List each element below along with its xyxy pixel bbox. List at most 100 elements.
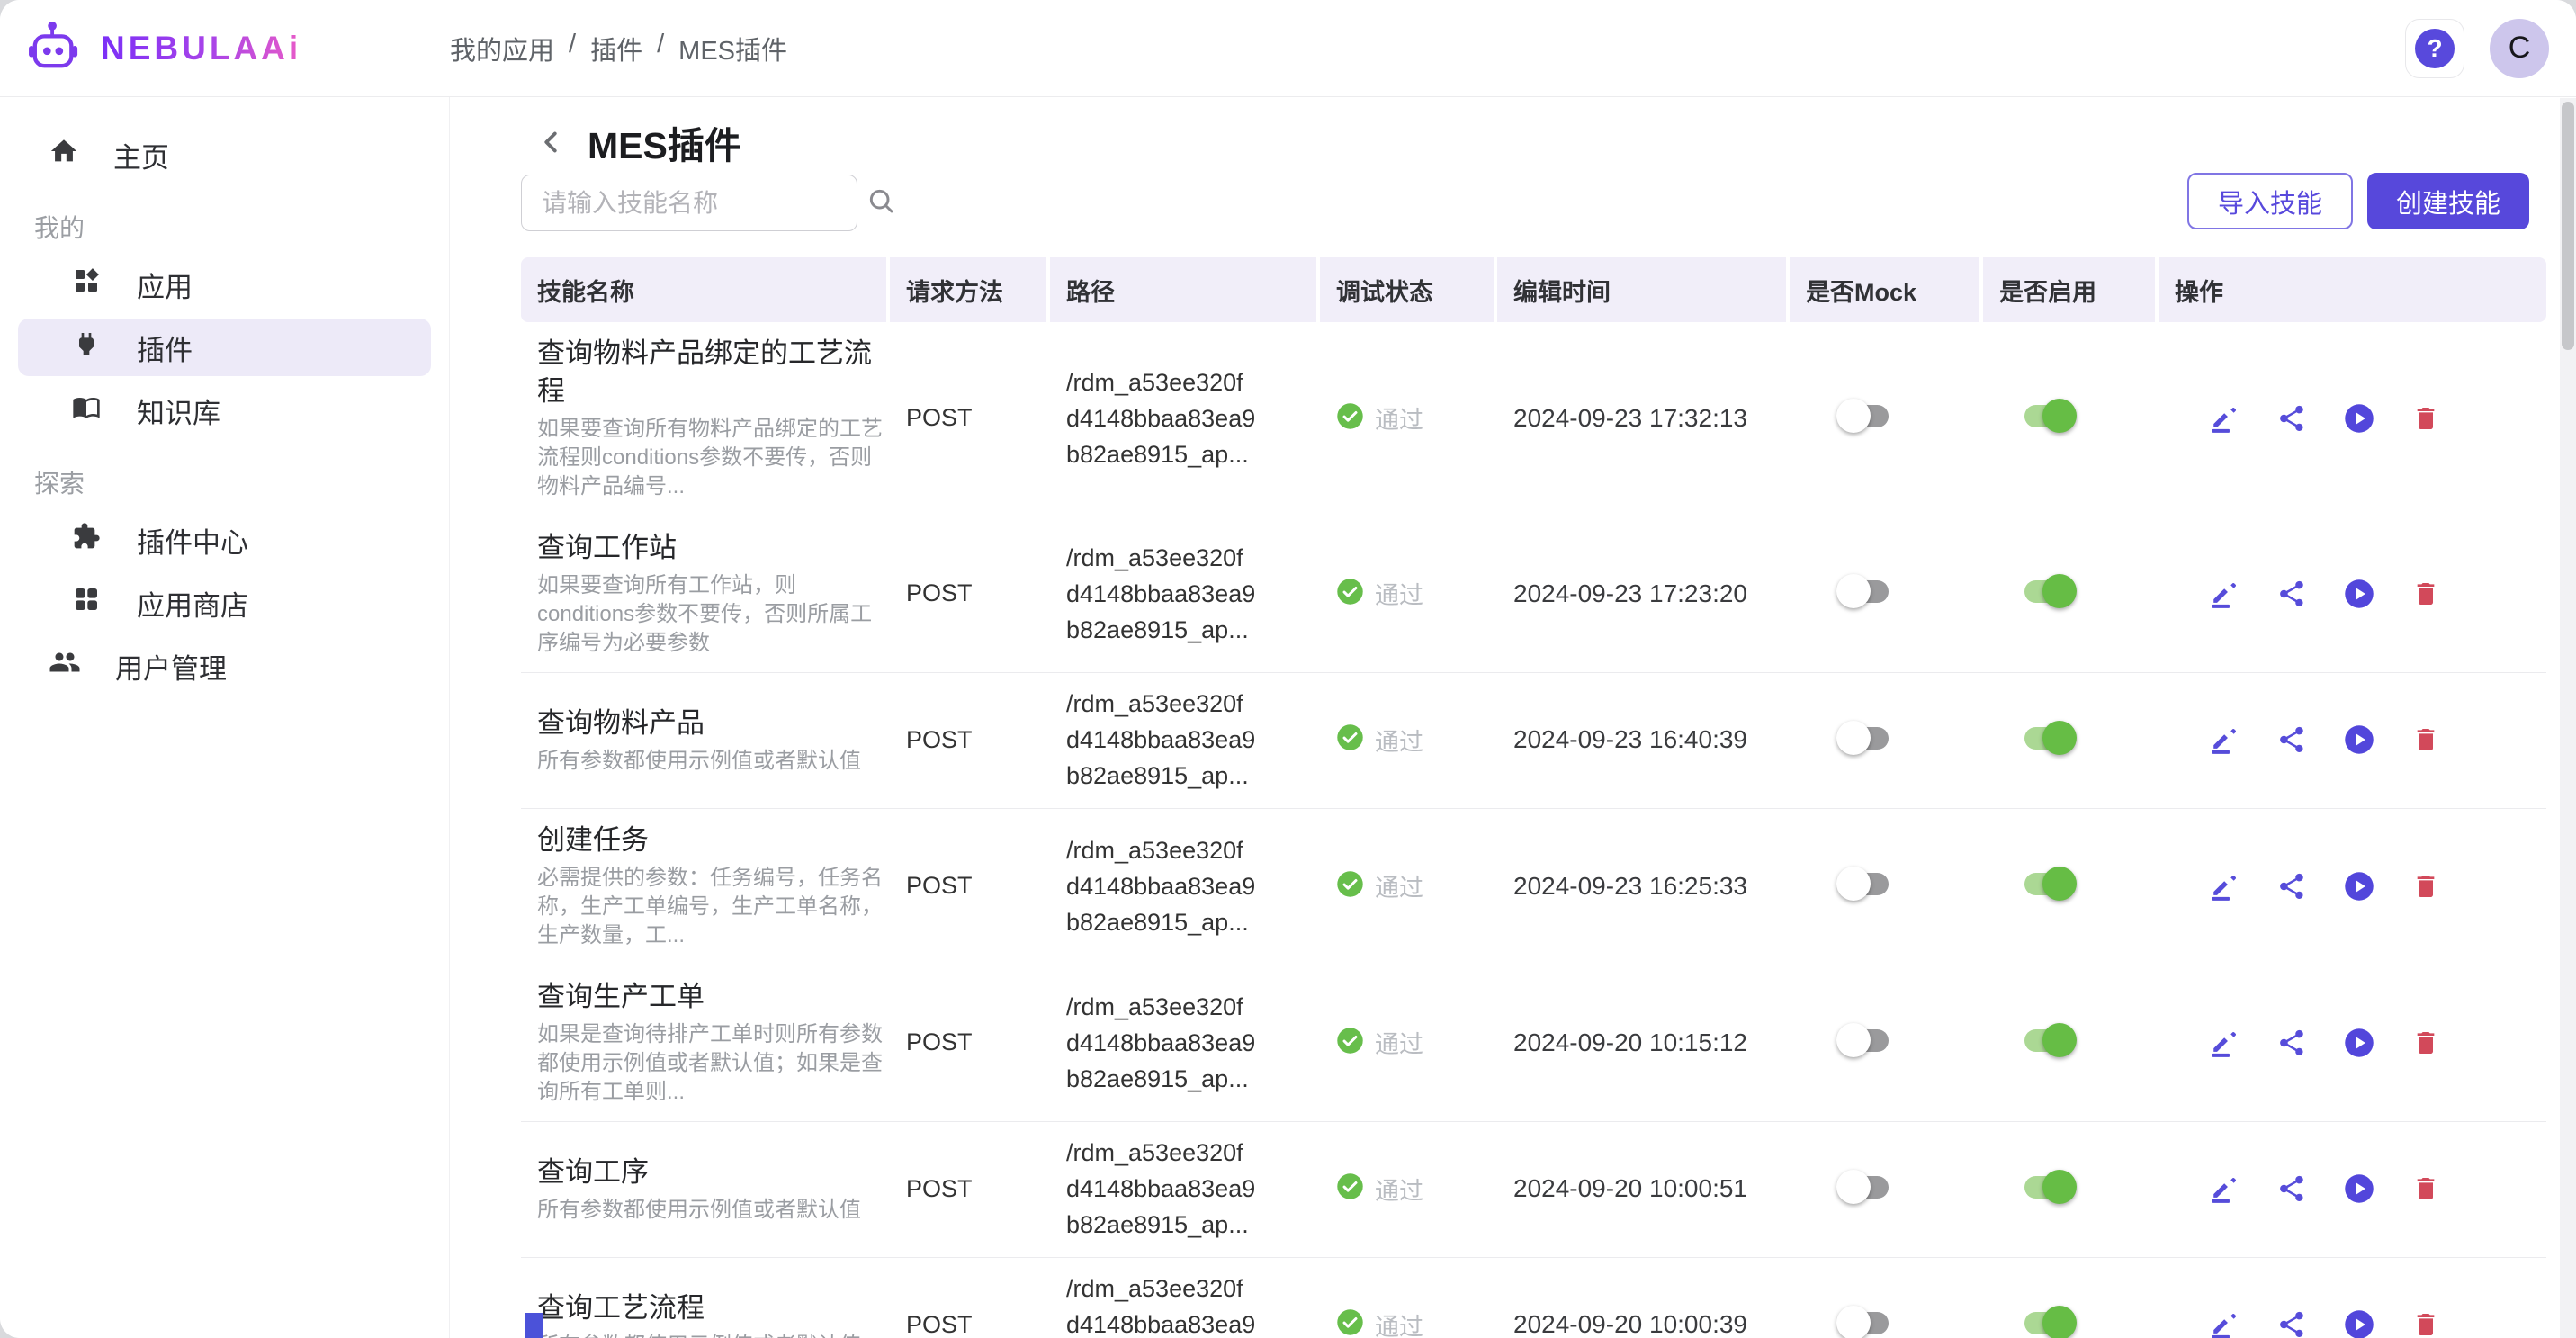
enabled-toggle[interactable]: [2021, 1305, 2077, 1338]
edit-time-cell: 2024-09-23 17:23:20: [1497, 579, 1790, 608]
sidebar-item-apps[interactable]: 应用: [18, 256, 431, 313]
mock-toggle[interactable]: [1836, 573, 1892, 609]
page-actions: 导入技能 创建技能: [2187, 173, 2529, 229]
share-icon[interactable]: [2276, 579, 2307, 609]
search-box: [521, 175, 857, 231]
enabled-toggle[interactable]: [2021, 573, 2077, 609]
skill-name-cell: 查询工序 所有参数都使用示例值或者默认值: [521, 1154, 890, 1225]
edit-icon[interactable]: [2210, 403, 2240, 434]
actions-cell: [2159, 723, 2546, 756]
help-button[interactable]: ?: [2405, 19, 2464, 78]
sidebar-item-label: 主页: [113, 135, 169, 175]
debug-status-label: 通过: [1375, 400, 1423, 436]
sidebar-item-plugins[interactable]: 插件: [18, 319, 431, 376]
skill-name[interactable]: 查询生产工单: [537, 978, 890, 1016]
delete-icon[interactable]: [2411, 1028, 2440, 1057]
scrollbar-thumb[interactable]: [2562, 102, 2574, 350]
delete-icon[interactable]: [2411, 1310, 2440, 1338]
skill-name-cell: 查询生产工单 如果是查询待排产工单时则所有参数都使用示例值或者默认值；如果是查询…: [521, 978, 890, 1107]
play-icon[interactable]: [2343, 402, 2375, 435]
edit-icon[interactable]: [2210, 724, 2240, 755]
delete-icon[interactable]: [2411, 872, 2440, 901]
mock-cell: [1790, 398, 1983, 438]
delete-icon[interactable]: [2411, 579, 2440, 608]
mock-toggle[interactable]: [1836, 1169, 1892, 1205]
enabled-toggle[interactable]: [2021, 1022, 2077, 1058]
check-circle-icon: [1336, 723, 1364, 756]
delete-icon[interactable]: [2411, 725, 2440, 754]
play-icon[interactable]: [2343, 1308, 2375, 1338]
share-icon[interactable]: [2276, 403, 2307, 434]
brand-name: NEBULAAi: [101, 30, 301, 67]
breadcrumb-plugins[interactable]: 插件: [590, 30, 642, 67]
share-icon[interactable]: [2276, 1173, 2307, 1204]
edit-icon[interactable]: [2210, 871, 2240, 902]
brand-logo[interactable]: NEBULAAi: [27, 21, 301, 76]
path-cell: /rdm_a53ee320f d4148bbaa83ea9 b82ae8915_…: [1050, 540, 1320, 648]
mock-toggle[interactable]: [1836, 866, 1892, 902]
delete-icon[interactable]: [2411, 1174, 2440, 1203]
play-icon[interactable]: [2343, 1172, 2375, 1205]
skill-description: 所有参数都使用示例值或者默认值: [537, 1332, 890, 1338]
play-icon[interactable]: [2343, 1027, 2375, 1059]
skill-name-cell: 查询工作站 如果要查询所有工作站，则conditions参数不要传，否则所属工序…: [521, 529, 890, 658]
sidebar-item-label: 用户管理: [115, 646, 227, 687]
mock-toggle[interactable]: [1836, 720, 1892, 756]
search-icon[interactable]: [866, 186, 895, 220]
delete-icon[interactable]: [2411, 404, 2440, 433]
table-body: 查询物料产品绑定的工艺流程 如果要查询所有物料产品绑定的工艺流程则conditi…: [521, 322, 2546, 1338]
actions-cell: [2159, 1308, 2546, 1338]
share-icon[interactable]: [2276, 1309, 2307, 1338]
method-cell: POST: [890, 404, 1050, 432]
user-avatar[interactable]: C: [2490, 19, 2549, 78]
sidebar-item-home[interactable]: 主页: [18, 126, 431, 184]
search-input[interactable]: [542, 189, 866, 218]
mock-toggle[interactable]: [1836, 398, 1892, 434]
method-cell: POST: [890, 726, 1050, 754]
skill-name[interactable]: 查询物料产品绑定的工艺流程: [537, 335, 890, 410]
skill-name[interactable]: 查询工序: [537, 1154, 890, 1191]
cutoff-floating-element[interactable]: [525, 1313, 543, 1338]
skill-description: 必需提供的参数：任务编号，任务名称，生产工单编号，生产工单名称，生产数量，工..…: [537, 864, 890, 950]
share-icon[interactable]: [2276, 724, 2307, 755]
mock-toggle[interactable]: [1836, 1022, 1892, 1058]
mock-cell: [1790, 1305, 1983, 1338]
back-button[interactable]: [534, 125, 568, 159]
skill-name-cell: 创建任务 必需提供的参数：任务编号，任务名称，生产工单编号，生产工单名称，生产数…: [521, 822, 890, 950]
mock-toggle[interactable]: [1836, 1305, 1892, 1338]
edit-icon[interactable]: [2210, 579, 2240, 609]
skill-name[interactable]: 查询物料产品: [537, 705, 890, 742]
play-icon[interactable]: [2343, 870, 2375, 902]
enabled-cell: [1983, 1022, 2159, 1063]
enabled-toggle[interactable]: [2021, 720, 2077, 756]
edit-icon[interactable]: [2210, 1173, 2240, 1204]
import-skill-button[interactable]: 导入技能: [2187, 173, 2353, 229]
breadcrumb-current: MES插件: [678, 30, 787, 67]
actions-cell: [2159, 870, 2546, 902]
breadcrumb-my-apps[interactable]: 我的应用: [450, 30, 554, 67]
col-header-path: 路径: [1050, 257, 1320, 322]
sidebar-item-plugin-center[interactable]: 插件中心: [18, 511, 431, 569]
sidebar-item-user-management[interactable]: 用户管理: [18, 637, 431, 695]
edit-icon[interactable]: [2210, 1309, 2240, 1338]
enabled-toggle[interactable]: [2021, 866, 2077, 902]
sidebar-item-knowledge-base[interactable]: 知识库: [18, 382, 431, 439]
enabled-cell: [1983, 398, 2159, 438]
share-icon[interactable]: [2276, 871, 2307, 902]
sidebar-item-app-store[interactable]: 应用商店: [18, 574, 431, 632]
skill-name[interactable]: 创建任务: [537, 822, 890, 859]
enabled-toggle[interactable]: [2021, 1169, 2077, 1205]
play-icon[interactable]: [2343, 723, 2375, 756]
breadcrumb-separator: /: [569, 30, 576, 67]
scrollbar-track[interactable]: [2560, 98, 2576, 1338]
header-right: ? C: [2405, 19, 2549, 78]
play-icon[interactable]: [2343, 578, 2375, 610]
share-icon[interactable]: [2276, 1028, 2307, 1058]
skill-description: 如果要查询所有工作站，则conditions参数不要传，否则所属工序编号为必要参…: [537, 571, 890, 658]
skill-name[interactable]: 查询工艺流程: [537, 1289, 890, 1327]
debug-status-label: 通过: [1375, 1025, 1423, 1060]
create-skill-button[interactable]: 创建技能: [2367, 173, 2529, 229]
edit-icon[interactable]: [2210, 1028, 2240, 1058]
enabled-toggle[interactable]: [2021, 398, 2077, 434]
skill-name[interactable]: 查询工作站: [537, 529, 890, 567]
